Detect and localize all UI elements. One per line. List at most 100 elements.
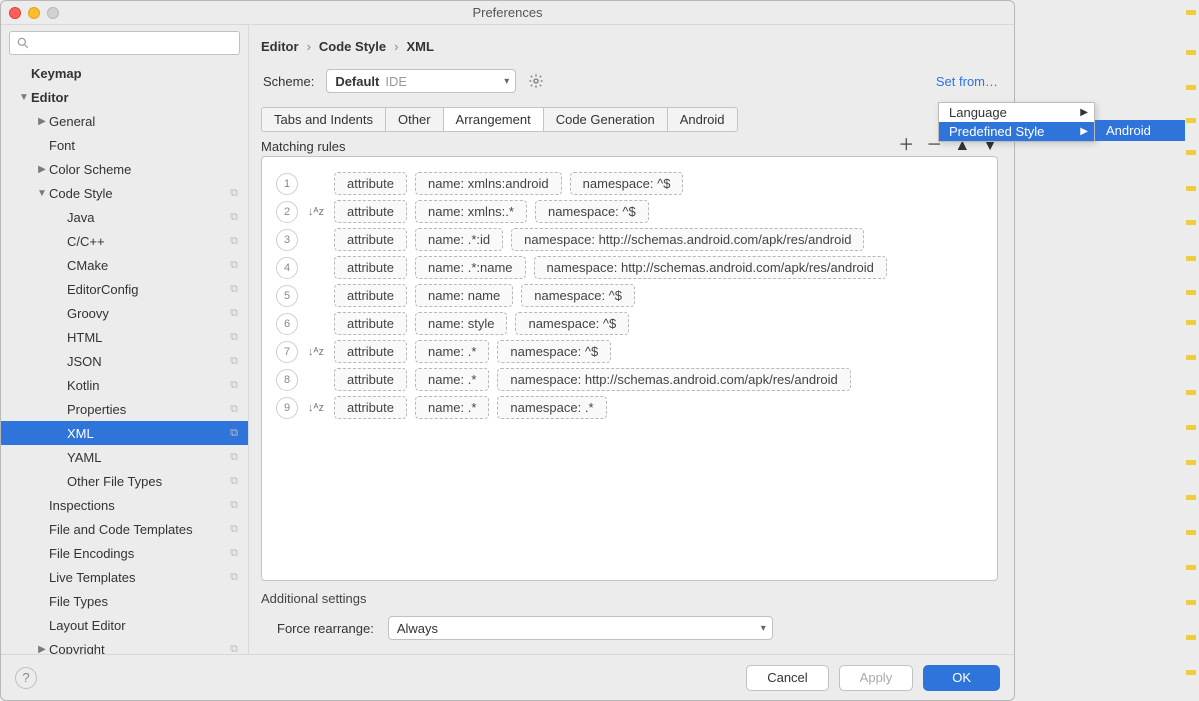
rule-row[interactable]: 7↓ᴬᴢattributename: .*namespace: ^$ (276, 340, 983, 363)
namespace-chip[interactable]: namespace: ^$ (497, 340, 611, 363)
search-field[interactable] (9, 31, 240, 55)
rule-row[interactable]: 6attributename: stylenamespace: ^$ (276, 312, 983, 335)
sidebar-item-editorconfig[interactable]: EditorConfig⧉ (1, 277, 248, 301)
sidebar-item-file-and-code-templates[interactable]: File and Code Templates⧉ (1, 517, 248, 541)
namespace-chip[interactable]: namespace: http://schemas.android.com/ap… (497, 368, 850, 391)
sidebar-item-color-scheme[interactable]: ▶Color Scheme (1, 157, 248, 181)
set-from-link[interactable]: Set from… (936, 74, 998, 89)
sidebar-item-label: HTML (67, 330, 102, 345)
sidebar-item-font[interactable]: Font (1, 133, 248, 157)
tab-tabs-and-indents[interactable]: Tabs and Indents (262, 108, 386, 131)
sidebar-item-code-style[interactable]: ▼Code Style⧉ (1, 181, 248, 205)
namespace-chip[interactable]: namespace: ^$ (535, 200, 649, 223)
menu-item-predefined-style[interactable]: Predefined Style▶ (939, 122, 1094, 141)
attribute-chip[interactable]: attribute (334, 200, 407, 223)
attribute-chip[interactable]: attribute (334, 256, 407, 279)
sidebar-item-yaml[interactable]: YAML⧉ (1, 445, 248, 469)
scheme-select[interactable]: Default IDE ▾ (326, 69, 516, 93)
sidebar-item-java[interactable]: Java⧉ (1, 205, 248, 229)
scope-indicator-icon: ⧉ (230, 211, 238, 224)
rule-row[interactable]: 9↓ᴬᴢattributename: .*namespace: .* (276, 396, 983, 419)
namespace-chip[interactable]: namespace: http://schemas.android.com/ap… (511, 228, 864, 251)
attribute-chip[interactable]: attribute (334, 368, 407, 391)
attribute-chip[interactable]: attribute (334, 312, 407, 335)
gutter-mark (1186, 530, 1196, 535)
attribute-chip[interactable]: attribute (334, 340, 407, 363)
name-chip[interactable]: name: .*:id (415, 228, 503, 251)
sidebar-item-cmake[interactable]: CMake⧉ (1, 253, 248, 277)
name-chip[interactable]: name: xmlns:android (415, 172, 562, 195)
sidebar-item-json[interactable]: JSON⧉ (1, 349, 248, 373)
sidebar-item-file-encodings[interactable]: File Encodings⧉ (1, 541, 248, 565)
sidebar-item-html[interactable]: HTML⧉ (1, 325, 248, 349)
namespace-chip[interactable]: namespace: ^$ (521, 284, 635, 307)
close-window-button[interactable] (9, 7, 21, 19)
gear-icon[interactable] (528, 73, 544, 89)
name-chip[interactable]: name: .*:name (415, 256, 526, 279)
breadcrumb: Editor › Code Style › XML (261, 33, 998, 59)
force-rearrange-select[interactable]: Always ▾ (388, 616, 773, 640)
name-chip[interactable]: name: .* (415, 368, 489, 391)
sidebar-item-file-types[interactable]: File Types (1, 589, 248, 613)
menu-item-language[interactable]: Language▶ (939, 103, 1094, 122)
attribute-chip[interactable]: attribute (334, 172, 407, 195)
sidebar-item-live-templates[interactable]: Live Templates⧉ (1, 565, 248, 589)
sidebar-item-general[interactable]: ▶General (1, 109, 248, 133)
attribute-chip[interactable]: attribute (334, 284, 407, 307)
scope-indicator-icon: ⧉ (230, 283, 238, 296)
sidebar-item-c-c-[interactable]: C/C++⧉ (1, 229, 248, 253)
rule-row[interactable]: 4 attribute name: .*:name namespace: http:/… (276, 256, 983, 279)
rule-row[interactable]: 1attributename: xmlns:androidnamespace: … (276, 172, 983, 195)
sidebar-item-copyright[interactable]: ▶Copyright⧉ (1, 637, 248, 654)
add-rule-button[interactable]: ＋ (898, 138, 914, 154)
sidebar-item-keymap[interactable]: Keymap (1, 61, 248, 85)
sidebar-item-properties[interactable]: Properties⧉ (1, 397, 248, 421)
scope-indicator-icon: ⧉ (230, 187, 238, 200)
set-from-menu: Language▶Predefined Style▶ (938, 102, 1095, 142)
name-chip[interactable]: name: name (415, 284, 513, 307)
sidebar-item-xml[interactable]: XML⧉ (1, 421, 248, 445)
rule-row[interactable]: 5attributename: namenamespace: ^$ (276, 284, 983, 307)
scope-indicator-icon: ⧉ (230, 475, 238, 488)
sidebar-item-other-file-types[interactable]: Other File Types⧉ (1, 469, 248, 493)
submenu-item-android[interactable]: Android (1096, 121, 1184, 140)
tab-code-generation[interactable]: Code Generation (544, 108, 668, 131)
rule-row[interactable]: 8attributename: .*namespace: http://sche… (276, 368, 983, 391)
scope-indicator-icon: ⧉ (230, 499, 238, 512)
window-title: Preferences (472, 5, 542, 20)
name-chip[interactable]: name: .* (415, 396, 489, 419)
namespace-chip[interactable]: namespace: ^$ (570, 172, 684, 195)
rule-row[interactable]: 2↓ᴬᴢattributename: xmlns:.*namespace: ^$ (276, 200, 983, 223)
name-chip[interactable]: name: .* (415, 340, 489, 363)
crumb-xml: XML (406, 39, 433, 54)
sidebar-item-layout-editor[interactable]: Layout Editor (1, 613, 248, 637)
matching-rules-header: Matching rules ＋ － ▲ ▼ (261, 132, 998, 156)
scope-indicator-icon: ⧉ (230, 547, 238, 560)
attribute-chip[interactable]: attribute (334, 396, 407, 419)
namespace-chip[interactable]: namespace: http://schemas.android.com/ap… (534, 256, 887, 279)
ok-button[interactable]: OK (923, 665, 1000, 691)
cancel-button[interactable]: Cancel (746, 665, 828, 691)
sidebar-item-editor[interactable]: ▼Editor (1, 85, 248, 109)
scope-indicator-icon: ⧉ (230, 355, 238, 368)
search-input[interactable] (34, 36, 233, 50)
name-chip[interactable]: name: xmlns:.* (415, 200, 527, 223)
sidebar-item-inspections[interactable]: Inspections⧉ (1, 493, 248, 517)
attribute-chip[interactable]: attribute (334, 228, 407, 251)
namespace-chip[interactable]: namespace: ^$ (515, 312, 629, 335)
rule-row[interactable]: 3attributename: .*:idnamespace: http://s… (276, 228, 983, 251)
gutter-mark (1186, 355, 1196, 360)
sidebar-item-groovy[interactable]: Groovy⧉ (1, 301, 248, 325)
sidebar-item-kotlin[interactable]: Kotlin⧉ (1, 373, 248, 397)
apply-button[interactable]: Apply (839, 665, 914, 691)
help-button[interactable]: ? (15, 667, 37, 689)
tab-arrangement[interactable]: Arrangement (444, 108, 544, 131)
tab-android[interactable]: Android (668, 108, 737, 131)
gutter-mark (1186, 50, 1196, 55)
zoom-window-button[interactable] (47, 7, 59, 19)
namespace-chip[interactable]: namespace: .* (497, 396, 606, 419)
name-chip[interactable]: name: style (415, 312, 507, 335)
minimize-window-button[interactable] (28, 7, 40, 19)
tab-other[interactable]: Other (386, 108, 444, 131)
rule-number: 4 (276, 257, 298, 279)
